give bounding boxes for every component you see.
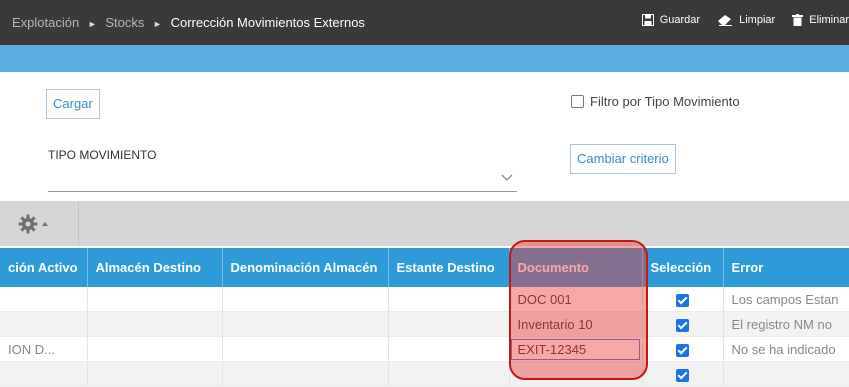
load-button[interactable]: Cargar <box>46 89 100 119</box>
cell-error: El registro NM no <box>723 311 849 337</box>
grid-toolbar <box>0 201 849 246</box>
row-checkbox[interactable] <box>676 368 689 382</box>
clear-label: Limpiar <box>739 14 776 26</box>
cell-estante[interactable] <box>388 311 510 337</box>
tipo-movimiento-label: TIPO MOVIMIENTO <box>48 148 157 162</box>
delete-label: Eliminar <box>809 14 849 26</box>
top-bar: Explotación ► Stocks ► Corrección Movimi… <box>0 0 849 45</box>
cell-activo[interactable] <box>0 311 88 337</box>
trash-icon <box>792 14 804 26</box>
row-checkbox[interactable] <box>676 293 689 307</box>
cell-denominacion[interactable] <box>222 311 389 337</box>
movements-grid: ción Activo Almacén Destino Denominación… <box>0 248 849 387</box>
cell-activo[interactable] <box>0 287 88 312</box>
filter-checkbox-row[interactable]: Filtro por Tipo Movimiento <box>571 94 740 109</box>
table-row[interactable]: DOC 001 Los campos Estan <box>0 287 849 312</box>
cell-error: No se ha indicado <box>723 336 849 362</box>
col-header-activo[interactable]: ción Activo <box>0 248 88 287</box>
save-icon <box>641 14 654 26</box>
filter-checkbox[interactable] <box>571 95 584 108</box>
col-header-error[interactable]: Error <box>723 248 849 287</box>
save-label: Guardar <box>659 14 701 26</box>
clear-button[interactable]: Limpiar <box>717 14 775 26</box>
table-row-partial <box>0 361 849 387</box>
save-button[interactable]: Guardar <box>641 14 701 26</box>
gear-icon[interactable] <box>18 214 54 234</box>
col-header-estante-destino[interactable]: Estante Destino <box>388 248 510 287</box>
cell-activo[interactable]: ION D... <box>0 336 88 362</box>
cell-estante[interactable] <box>388 287 510 312</box>
breadcrumb-item-stocks[interactable]: Stocks <box>105 15 144 30</box>
row-checkbox[interactable] <box>676 343 689 357</box>
toolbar-divider <box>78 201 79 246</box>
change-criteria-button[interactable]: Cambiar criterio <box>570 144 676 174</box>
cell-documento[interactable]: Inventario 10 <box>509 311 643 337</box>
eraser-icon <box>718 15 733 26</box>
cell-almacen-destino[interactable] <box>87 287 223 312</box>
cell-documento-editing[interactable]: EXIT-12345 <box>509 336 643 362</box>
col-header-documento[interactable]: Documento <box>509 248 643 287</box>
grid-header-row: ción Activo Almacén Destino Denominación… <box>0 248 849 287</box>
toolbar-actions: Guardar Limpiar Eliminar <box>628 14 849 26</box>
cell-almacen-destino[interactable] <box>87 336 223 362</box>
col-header-denominacion-almacen[interactable]: Denominación Almacén <box>222 248 389 287</box>
tipo-movimiento-select[interactable] <box>48 162 517 192</box>
delete-button[interactable]: Eliminar <box>792 14 849 26</box>
cell-error: Los campos Estan <box>723 287 849 312</box>
cell-almacen-destino[interactable] <box>87 311 223 337</box>
breadcrumb: Explotación ► Stocks ► Corrección Movimi… <box>12 15 365 30</box>
table-row[interactable]: ION D... EXIT-12345 No se ha indicado <box>0 336 849 362</box>
col-header-almacen-destino[interactable]: Almacén Destino <box>87 248 223 287</box>
cell-seleccion[interactable] <box>642 336 724 362</box>
row-checkbox[interactable] <box>676 318 689 332</box>
chevron-down-icon <box>501 174 513 181</box>
col-header-seleccion[interactable]: Selección <box>642 248 724 287</box>
breadcrumb-item-explotacion[interactable]: Explotación <box>12 15 79 30</box>
cell-seleccion[interactable] <box>642 311 724 337</box>
cell-denominacion[interactable] <box>222 336 389 362</box>
breadcrumb-separator: ► <box>87 19 97 29</box>
breadcrumb-current: Corrección Movimientos Externos <box>170 15 365 30</box>
filter-checkbox-label: Filtro por Tipo Movimiento <box>590 94 740 109</box>
accent-bar <box>0 45 849 72</box>
cell-documento[interactable]: DOC 001 <box>509 287 643 312</box>
table-row[interactable]: Inventario 10 El registro NM no <box>0 311 849 337</box>
cell-seleccion[interactable] <box>642 287 724 312</box>
cell-estante[interactable] <box>388 336 510 362</box>
breadcrumb-separator: ► <box>153 19 162 29</box>
cell-denominacion[interactable] <box>222 287 389 312</box>
